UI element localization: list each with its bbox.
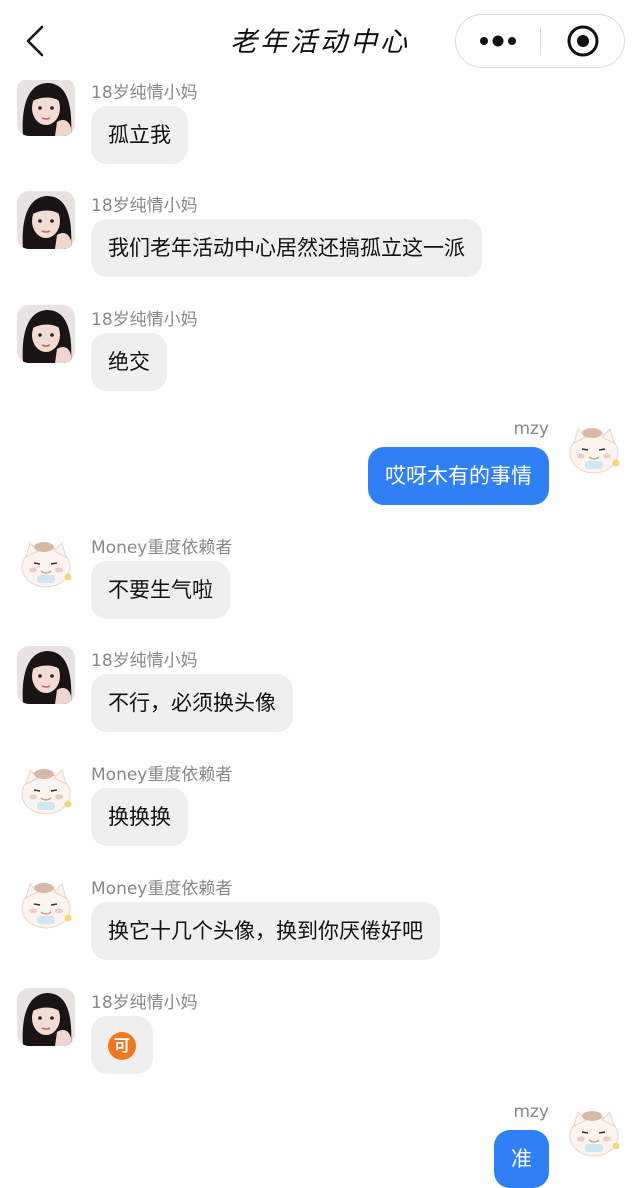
message-text: 不行，必须换头像 bbox=[108, 691, 276, 715]
sender-name: mzy bbox=[513, 1102, 549, 1122]
sender-name: Money重度依赖者 bbox=[91, 879, 233, 899]
message-bubble[interactable]: 换它十几个头像，换到你厌倦好吧 bbox=[91, 902, 440, 960]
close-button[interactable] bbox=[541, 15, 625, 67]
sender-name: 18岁纯情小妈 bbox=[91, 993, 198, 1013]
message-text: 孤立我 bbox=[108, 123, 171, 147]
ke-emoji-icon: 可 bbox=[108, 1032, 136, 1060]
message-bubble[interactable]: 准 bbox=[494, 1130, 549, 1188]
message-bubble[interactable]: 哎呀木有的事情 bbox=[368, 447, 549, 505]
message-text: 换它十几个头像，换到你厌倦好吧 bbox=[108, 919, 423, 943]
more-button[interactable] bbox=[456, 15, 540, 67]
sender-name: 18岁纯情小妈 bbox=[91, 83, 198, 103]
message-bubble[interactable]: 我们老年活动中心居然还搞孤立这一派 bbox=[91, 219, 482, 277]
miniprogram-capsule bbox=[455, 14, 625, 68]
sender-name: mzy bbox=[513, 419, 549, 439]
sender-name: 18岁纯情小妈 bbox=[91, 310, 198, 330]
message-text: 绝交 bbox=[108, 350, 150, 374]
message-bubble[interactable]: 绝交 bbox=[91, 333, 167, 391]
girl-avatar[interactable] bbox=[17, 988, 75, 1046]
sender-name: 18岁纯情小妈 bbox=[91, 651, 198, 671]
sender-name: Money重度依赖者 bbox=[91, 538, 233, 558]
cat-avatar[interactable] bbox=[565, 1102, 623, 1160]
girl-avatar[interactable] bbox=[17, 78, 75, 136]
message-text: 我们老年活动中心居然还搞孤立这一派 bbox=[108, 236, 465, 260]
girl-avatar[interactable] bbox=[17, 305, 75, 363]
message-bubble[interactable]: 不行，必须换头像 bbox=[91, 674, 293, 732]
cat-avatar[interactable] bbox=[17, 874, 75, 932]
message-bubble[interactable]: 可 bbox=[91, 1016, 153, 1074]
girl-avatar[interactable] bbox=[17, 191, 75, 249]
target-close-icon bbox=[567, 25, 599, 57]
sender-name: Money重度依赖者 bbox=[91, 765, 233, 785]
cat-avatar[interactable] bbox=[17, 533, 75, 591]
message-bubble[interactable]: 换换换 bbox=[91, 788, 188, 846]
message-bubble[interactable]: 不要生气啦 bbox=[91, 561, 230, 619]
message-bubble[interactable]: 孤立我 bbox=[91, 106, 188, 164]
cat-avatar[interactable] bbox=[17, 760, 75, 818]
message-text: 不要生气啦 bbox=[108, 578, 213, 602]
message-text: 准 bbox=[511, 1147, 532, 1171]
sender-name: 18岁纯情小妈 bbox=[91, 196, 198, 216]
cat-avatar[interactable] bbox=[565, 419, 623, 477]
girl-avatar[interactable] bbox=[17, 646, 75, 704]
message-text: 哎呀木有的事情 bbox=[385, 464, 532, 488]
more-dots-icon bbox=[480, 35, 516, 47]
navigation-bar: 老年活动中心 bbox=[0, 0, 640, 80]
message-text: 换换换 bbox=[108, 805, 171, 829]
